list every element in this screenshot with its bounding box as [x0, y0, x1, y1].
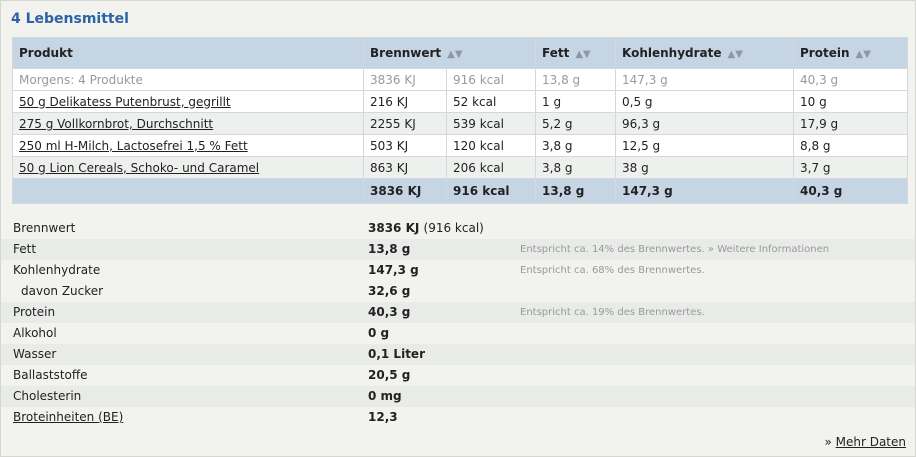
summary-row-cholesterol: Cholesterin 0 mg — [1, 386, 915, 407]
cell-carbs: 12,5 g — [615, 134, 794, 157]
more-info-link[interactable]: » Weitere Informationen — [708, 244, 829, 255]
summary-label: Fett — [13, 242, 37, 256]
column-header-protein[interactable]: Protein ▲▼ — [793, 37, 908, 69]
cell-fat: 3,8 g — [535, 134, 616, 157]
summary-note: Entspricht ca. 14% des Brennwertes. » We… — [520, 244, 830, 255]
summary-row-alcohol: Alkohol 0 g — [1, 323, 915, 344]
chevron-right-icon: » — [824, 435, 832, 449]
summary-label: Brennwert — [13, 221, 76, 235]
summary-row-bread-units: Broteinheiten (BE) 12,3 — [1, 407, 915, 428]
cell-kcal: 206 kcal — [446, 156, 536, 179]
cell-kcal: 120 kcal — [446, 134, 536, 157]
group-kj: 3836 KJ — [363, 68, 447, 91]
summary-row-water: Wasser 0,1 Liter — [1, 344, 915, 365]
summary-label: davon Zucker — [21, 284, 104, 298]
table-row: 50 g Lion Cereals, Schoko- und Caramel 8… — [12, 156, 908, 179]
cell-carbs: 38 g — [615, 156, 794, 179]
summary-label: Alkohol — [13, 326, 57, 340]
totals-label — [12, 178, 364, 204]
cell-protein: 8,8 g — [793, 134, 908, 157]
summary-note: Entspricht ca. 19% des Brennwertes. — [520, 307, 705, 318]
more-data-link[interactable]: Mehr Daten — [836, 435, 906, 449]
total-carbs: 147,3 g — [615, 178, 794, 204]
page-title: 4 Lebensmittel — [11, 11, 129, 27]
total-kcal: 916 kcal — [446, 178, 536, 204]
table-header-row: Produkt Brennwert ▲▼ Fett ▲▼ Kohlenhydrate… — [12, 37, 908, 69]
cell-kj: 503 KJ — [363, 134, 447, 157]
cell-fat: 5,2 g — [535, 112, 616, 135]
summary-value: 40,3 g — [368, 305, 411, 319]
summary-value: 147,3 g — [368, 263, 419, 277]
summary-note: Entspricht ca. 68% des Brennwertes. — [520, 265, 705, 276]
sort-arrows-icon[interactable]: ▲▼ — [856, 49, 871, 60]
cell-protein: 17,9 g — [793, 112, 908, 135]
product-link[interactable]: 50 g Delikatess Putenbrust, gegrillt — [19, 95, 231, 109]
summary-row-protein: Protein 40,3 g Entspricht ca. 19% des Br… — [1, 302, 915, 323]
more-data: » Mehr Daten — [824, 435, 906, 449]
total-protein: 40,3 g — [793, 178, 908, 204]
group-kcal: 916 kcal — [446, 68, 536, 91]
cell-kj: 863 KJ — [363, 156, 447, 179]
cell-kcal: 52 kcal — [446, 90, 536, 113]
summary-row-carbs: Kohlenhydrate 147,3 g Entspricht ca. 68%… — [1, 260, 915, 281]
column-header-carbs[interactable]: Kohlenhydrate ▲▼ — [615, 37, 794, 69]
sort-arrows-icon[interactable]: ▲▼ — [575, 49, 590, 60]
sort-arrows-icon[interactable]: ▲▼ — [447, 49, 462, 60]
food-table: Produkt Brennwert ▲▼ Fett ▲▼ Kohlenhydrate… — [12, 37, 908, 204]
nutrition-summary: Brennwert 3836 KJ (916 kcal) Fett 13,8 g… — [1, 218, 915, 428]
total-kj: 3836 KJ — [363, 178, 447, 204]
product-link[interactable]: 50 g Lion Cereals, Schoko- und Caramel — [19, 161, 259, 175]
cell-fat: 3,8 g — [535, 156, 616, 179]
summary-row-sugar: davon Zucker 32,6 g — [1, 281, 915, 302]
table-row: 275 g Vollkornbrot, Durchschnitt 2255 KJ… — [12, 112, 908, 135]
column-header-product[interactable]: Produkt — [12, 37, 364, 69]
cell-kj: 216 KJ — [363, 90, 447, 113]
cell-carbs: 96,3 g — [615, 112, 794, 135]
summary-label: Kohlenhydrate — [13, 263, 101, 277]
bread-units-link[interactable]: Broteinheiten (BE) — [13, 410, 123, 424]
summary-row-fat: Fett 13,8 g Entspricht ca. 14% des Brenn… — [1, 239, 915, 260]
cell-fat: 1 g — [535, 90, 616, 113]
table-row: 50 g Delikatess Putenbrust, gegrillt 216… — [12, 90, 908, 113]
summary-label: Ballaststoffe — [13, 368, 88, 382]
summary-extra: (916 kcal) — [423, 221, 484, 235]
summary-label: Cholesterin — [13, 389, 82, 403]
cell-protein: 3,7 g — [793, 156, 908, 179]
sort-arrows-icon[interactable]: ▲▼ — [728, 49, 743, 60]
total-fat: 13,8 g — [535, 178, 616, 204]
cell-carbs: 0,5 g — [615, 90, 794, 113]
summary-value: 0,1 Liter — [368, 347, 425, 361]
summary-value: 0 g — [368, 326, 390, 340]
summary-row-fiber: Ballaststoffe 20,5 g — [1, 365, 915, 386]
product-link[interactable]: 250 ml H-Milch, Lactosefrei 1,5 % Fett — [19, 139, 248, 153]
summary-row-energy: Brennwert 3836 KJ (916 kcal) — [1, 218, 915, 239]
column-header-energy[interactable]: Brennwert ▲▼ — [363, 37, 536, 69]
summary-value: 12,3 — [368, 410, 398, 424]
group-protein: 40,3 g — [793, 68, 908, 91]
group-carbs: 147,3 g — [615, 68, 794, 91]
column-header-fat[interactable]: Fett ▲▼ — [535, 37, 616, 69]
group-fat: 13,8 g — [535, 68, 616, 91]
summary-value: 0 mg — [368, 389, 402, 403]
summary-value: 20,5 g — [368, 368, 411, 382]
summary-value: 3836 KJ (916 kcal) — [368, 221, 484, 235]
table-row: 250 ml H-Milch, Lactosefrei 1,5 % Fett 5… — [12, 134, 908, 157]
summary-value: 13,8 g — [368, 242, 411, 256]
product-link[interactable]: 275 g Vollkornbrot, Durchschnitt — [19, 117, 213, 131]
summary-label: Wasser — [13, 347, 57, 361]
summary-value: 32,6 g — [368, 284, 411, 298]
cell-kj: 2255 KJ — [363, 112, 447, 135]
cell-protein: 10 g — [793, 90, 908, 113]
cell-kcal: 539 kcal — [446, 112, 536, 135]
group-label: Morgens: 4 Produkte — [12, 68, 364, 91]
nutrition-panel: 4 Lebensmittel Produkt Brennwert ▲▼ Fett ▲… — [0, 0, 916, 457]
totals-row: 3836 KJ 916 kcal 13,8 g 147,3 g 40,3 g — [12, 178, 908, 204]
meal-group-row: Morgens: 4 Produkte 3836 KJ 916 kcal 13,… — [12, 68, 908, 91]
summary-label: Protein — [13, 305, 56, 319]
